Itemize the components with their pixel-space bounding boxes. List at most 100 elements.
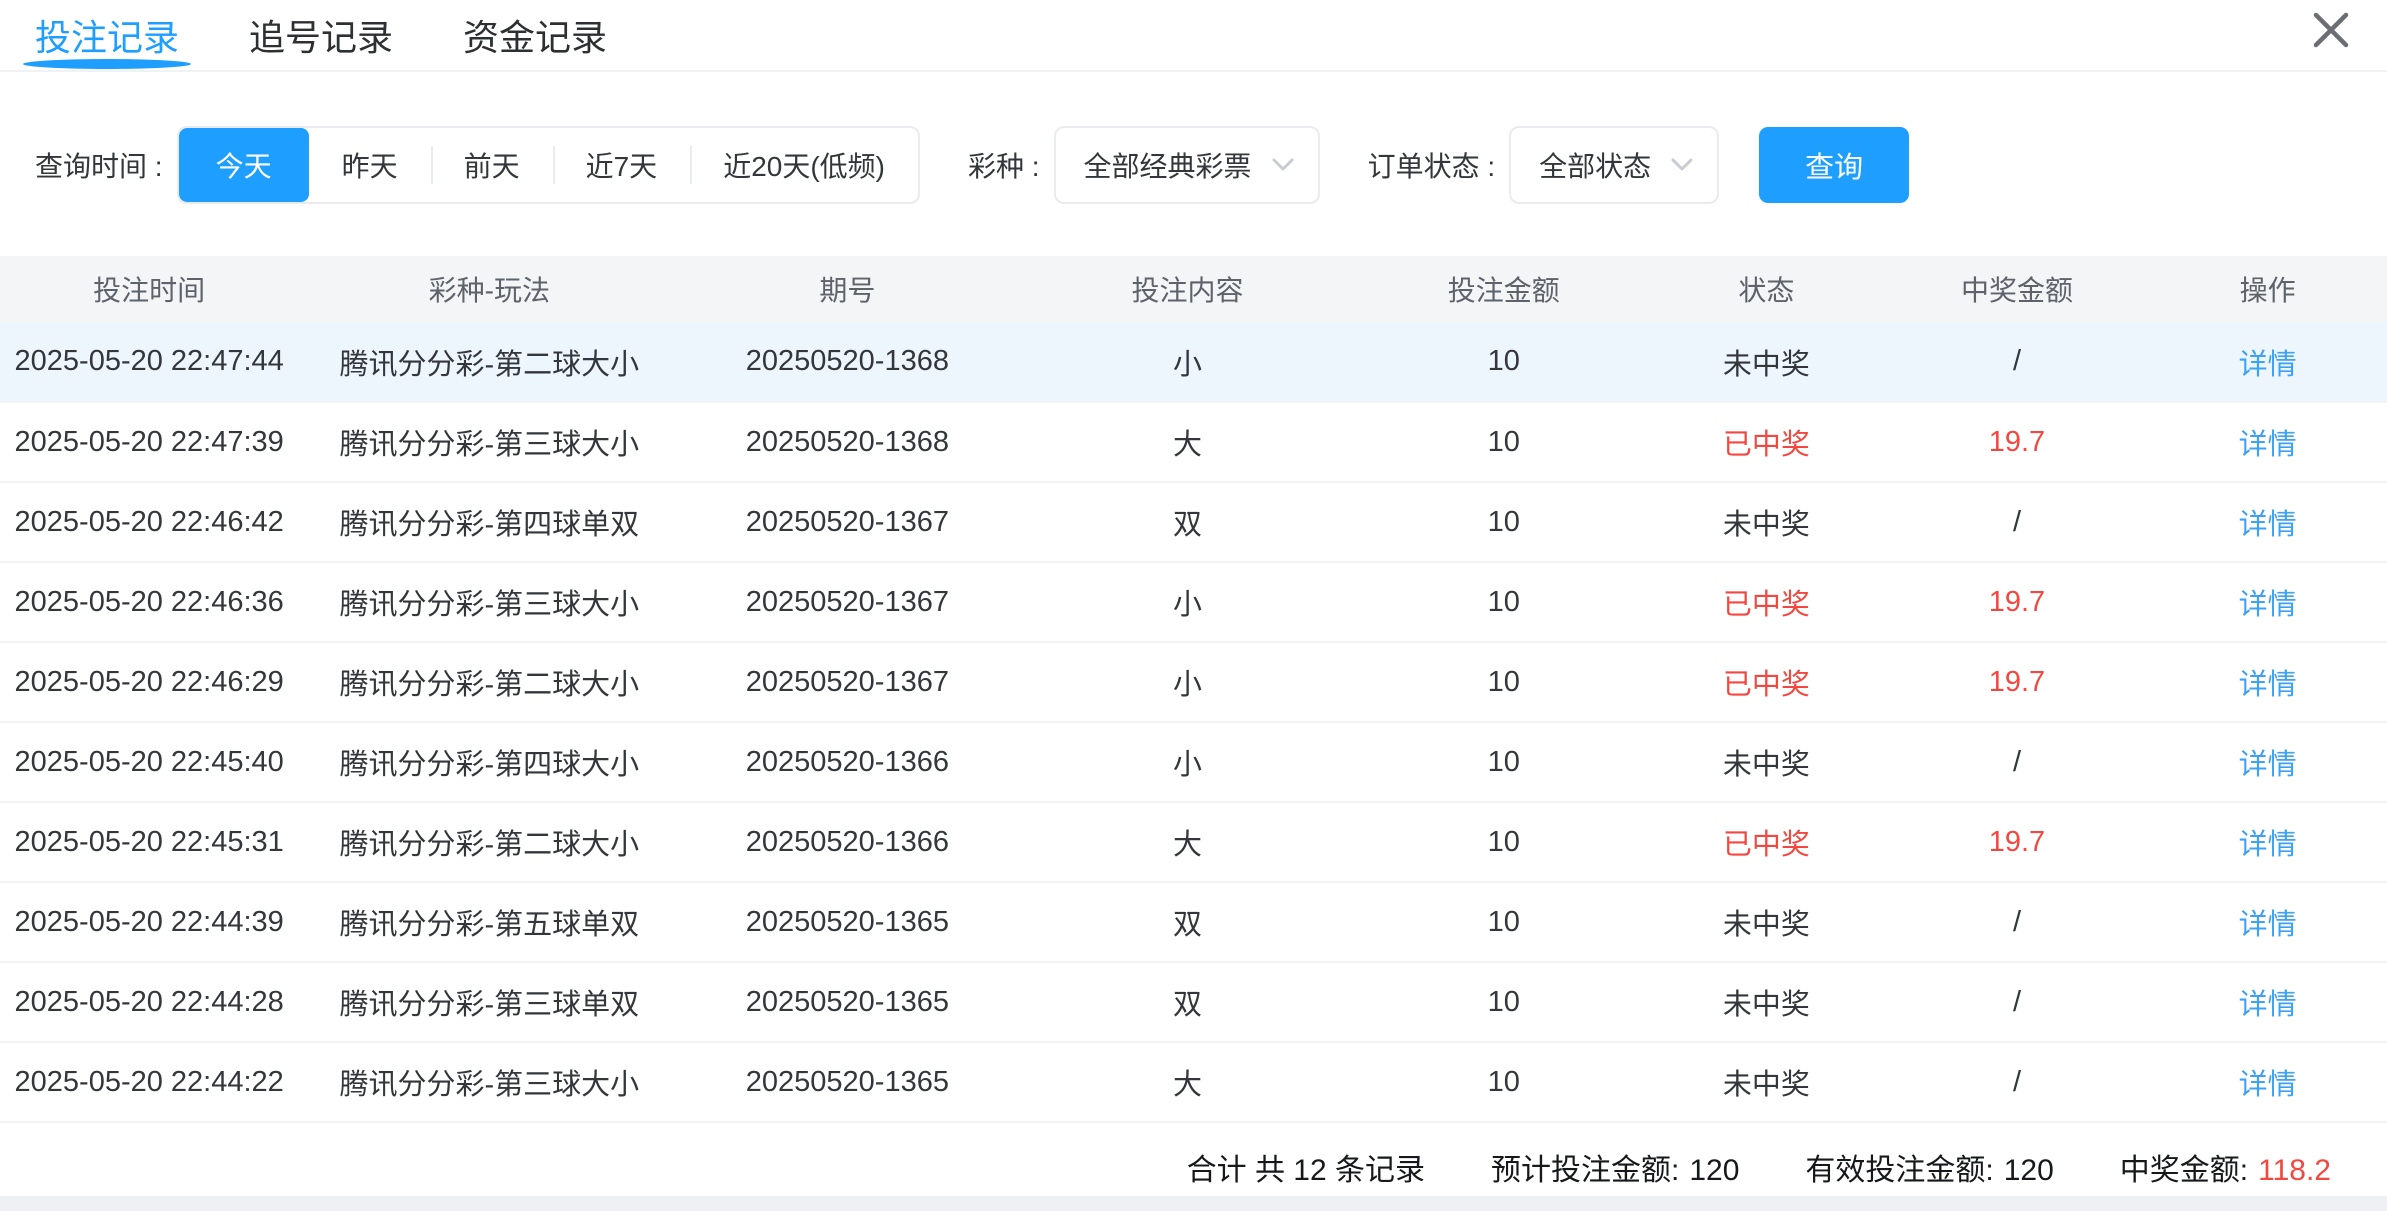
cell-bet-amount: 10 xyxy=(1361,802,1647,882)
cell-game-play: 腾讯分分彩-第二球大小 xyxy=(298,802,680,882)
column-header: 状态 xyxy=(1647,256,1886,322)
cell-issue-number: 20250520-1367 xyxy=(680,562,1014,642)
table-row: 2025-05-20 22:46:29 腾讯分分彩-第二球大小 20250520… xyxy=(0,642,2387,722)
cell-action: 详情 xyxy=(2148,642,2387,722)
cell-game-play: 腾讯分分彩-第三球单双 xyxy=(298,962,680,1042)
detail-link[interactable]: 详情 xyxy=(2239,509,2297,541)
cell-action: 详情 xyxy=(2148,882,2387,962)
cell-issue-number: 20250520-1365 xyxy=(680,1042,1014,1122)
cell-status: 未中奖 xyxy=(1647,722,1886,802)
cell-bet-content: 大 xyxy=(1014,402,1360,482)
cell-bet-amount: 10 xyxy=(1361,322,1647,402)
detail-link[interactable]: 详情 xyxy=(2239,589,2297,621)
order-status-select[interactable]: 全部状态 xyxy=(1509,126,1719,204)
detail-link[interactable]: 详情 xyxy=(2239,1069,2297,1101)
cell-issue-number: 20250520-1366 xyxy=(680,802,1014,882)
cell-bet-content: 大 xyxy=(1014,802,1360,882)
cell-bet-content: 小 xyxy=(1014,562,1360,642)
cell-action: 详情 xyxy=(2148,482,2387,562)
tab-label: 资金记录 xyxy=(463,9,607,61)
tab-fund-records[interactable]: 资金记录 xyxy=(463,0,607,71)
date-option-2[interactable]: 前天 xyxy=(431,128,553,202)
column-header: 彩种-玩法 xyxy=(298,256,680,322)
cell-prize-amount: / xyxy=(1886,722,2149,802)
close-button[interactable] xyxy=(2307,6,2355,54)
table-row: 2025-05-20 22:44:28 腾讯分分彩-第三球单双 20250520… xyxy=(0,962,2387,1042)
cell-bet-content: 小 xyxy=(1014,722,1360,802)
tab-label: 投注记录 xyxy=(35,9,179,61)
cell-bet-content: 小 xyxy=(1014,642,1360,722)
cell-bet-amount: 10 xyxy=(1361,1042,1647,1122)
cell-status: 未中奖 xyxy=(1647,1042,1886,1122)
cell-bet-content: 双 xyxy=(1014,962,1360,1042)
cell-action: 详情 xyxy=(2148,562,2387,642)
column-header: 投注内容 xyxy=(1014,256,1360,322)
cell-bet-amount: 10 xyxy=(1361,482,1647,562)
cell-prize-amount: / xyxy=(1886,1042,2149,1122)
cell-prize-amount: 19.7 xyxy=(1886,562,2149,642)
column-header: 中奖金额 xyxy=(1886,256,2149,322)
detail-link[interactable]: 详情 xyxy=(2239,669,2297,701)
cell-status: 未中奖 xyxy=(1647,322,1886,402)
summary-bar: 合计 共 12 条记录 预计投注金额:120 有效投注金额:120 中奖金额:1… xyxy=(0,1145,2387,1189)
detail-link[interactable]: 详情 xyxy=(2239,829,2297,861)
lottery-select[interactable]: 全部经典彩票 xyxy=(1054,126,1320,204)
cell-action: 详情 xyxy=(2148,402,2387,482)
cell-bet-amount: 10 xyxy=(1361,642,1647,722)
table-row: 2025-05-20 22:47:44 腾讯分分彩-第二球大小 20250520… xyxy=(0,322,2387,402)
cell-issue-number: 20250520-1365 xyxy=(680,962,1014,1042)
cell-status: 已中奖 xyxy=(1647,802,1886,882)
cell-bet-time: 2025-05-20 22:46:29 xyxy=(0,642,298,722)
tab-bar: 投注记录 追号记录 资金记录 xyxy=(0,0,2387,72)
date-option-0[interactable]: 今天 xyxy=(179,128,309,202)
cell-prize-amount: / xyxy=(1886,962,2149,1042)
table-row: 2025-05-20 22:45:31 腾讯分分彩-第二球大小 20250520… xyxy=(0,802,2387,882)
tab-chase-records[interactable]: 追号记录 xyxy=(249,0,393,71)
table-row: 2025-05-20 22:46:36 腾讯分分彩-第三球大小 20250520… xyxy=(0,562,2387,642)
cell-game-play: 腾讯分分彩-第五球单双 xyxy=(298,882,680,962)
cell-game-play: 腾讯分分彩-第三球大小 xyxy=(298,562,680,642)
summary-prize: 中奖金额:118.2 xyxy=(2120,1145,2331,1189)
column-header: 操作 xyxy=(2148,256,2387,322)
cell-status: 未中奖 xyxy=(1647,482,1886,562)
table-row: 2025-05-20 22:44:22 腾讯分分彩-第三球大小 20250520… xyxy=(0,1042,2387,1122)
filter-bar: 查询时间 : 今天昨天前天近7天近20天(低频) 彩种 : 全部经典彩票 订单状… xyxy=(0,126,2387,204)
cell-action: 详情 xyxy=(2148,722,2387,802)
records-table: 投注时间彩种-玩法期号投注内容投注金额状态中奖金额操作 2025-05-20 2… xyxy=(0,256,2387,1123)
query-button[interactable]: 查询 xyxy=(1759,127,1909,203)
tab-bet-records[interactable]: 投注记录 xyxy=(35,0,179,71)
cell-bet-content: 双 xyxy=(1014,882,1360,962)
detail-link[interactable]: 详情 xyxy=(2239,749,2297,781)
cell-game-play: 腾讯分分彩-第二球大小 xyxy=(298,642,680,722)
detail-link[interactable]: 详情 xyxy=(2239,349,2297,381)
table-row: 2025-05-20 22:47:39 腾讯分分彩-第三球大小 20250520… xyxy=(0,402,2387,482)
cell-status: 未中奖 xyxy=(1647,962,1886,1042)
cell-bet-amount: 10 xyxy=(1361,402,1647,482)
cell-bet-content: 小 xyxy=(1014,322,1360,402)
cell-prize-amount: 19.7 xyxy=(1886,802,2149,882)
cell-bet-amount: 10 xyxy=(1361,882,1647,962)
cell-game-play: 腾讯分分彩-第三球大小 xyxy=(298,402,680,482)
date-option-4[interactable]: 近20天(低频) xyxy=(690,128,918,202)
detail-link[interactable]: 详情 xyxy=(2239,909,2297,941)
summary-record-count: 合计 共 12 条记录 xyxy=(1187,1145,1425,1189)
cell-status: 已中奖 xyxy=(1647,562,1886,642)
cell-prize-amount: / xyxy=(1886,482,2149,562)
order-status-value: 全部状态 xyxy=(1539,145,1651,185)
cell-bet-time: 2025-05-20 22:44:28 xyxy=(0,962,298,1042)
date-option-1[interactable]: 昨天 xyxy=(309,128,431,202)
cell-status: 未中奖 xyxy=(1647,882,1886,962)
cell-prize-amount: 19.7 xyxy=(1886,642,2149,722)
cell-issue-number: 20250520-1365 xyxy=(680,882,1014,962)
detail-link[interactable]: 详情 xyxy=(2239,989,2297,1021)
cell-action: 详情 xyxy=(2148,802,2387,882)
table-header-row: 投注时间彩种-玩法期号投注内容投注金额状态中奖金额操作 xyxy=(0,256,2387,322)
cell-bet-time: 2025-05-20 22:47:44 xyxy=(0,322,298,402)
cell-game-play: 腾讯分分彩-第四球大小 xyxy=(298,722,680,802)
cell-bet-amount: 10 xyxy=(1361,562,1647,642)
column-header: 投注金额 xyxy=(1361,256,1647,322)
summary-expected-bet: 预计投注金额:120 xyxy=(1491,1145,1739,1189)
detail-link[interactable]: 详情 xyxy=(2239,429,2297,461)
date-option-3[interactable]: 近7天 xyxy=(553,128,691,202)
table-row: 2025-05-20 22:45:40 腾讯分分彩-第四球大小 20250520… xyxy=(0,722,2387,802)
